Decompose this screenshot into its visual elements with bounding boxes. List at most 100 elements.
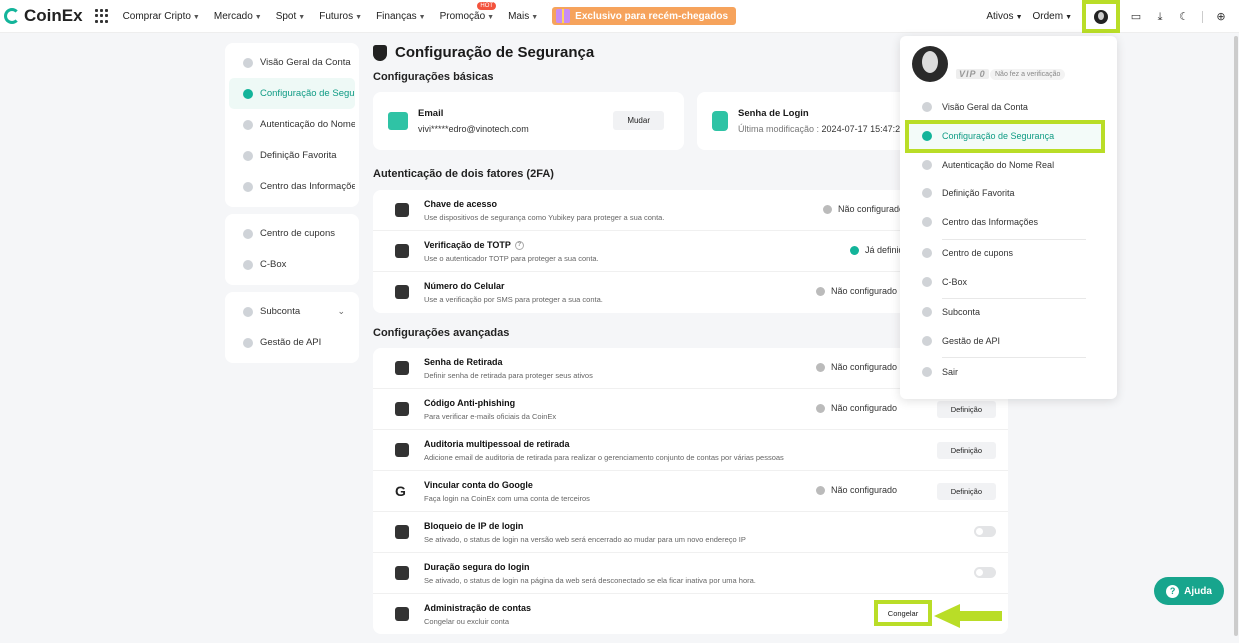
info-icon — [243, 181, 253, 192]
sidebar-item-cupons[interactable]: Centro de cupons — [229, 218, 355, 249]
pie-chart-icon — [922, 102, 932, 112]
sidebar-group-account: Visão Geral da Conta Configuração de Seg… — [225, 43, 359, 207]
nav-comprar-cripto[interactable]: Comprar Cripto ▼ — [123, 11, 200, 22]
caret-down-icon: ▼ — [1065, 14, 1072, 21]
nav-ordem[interactable]: Ordem ▼ — [1033, 11, 1073, 22]
nav-financas[interactable]: Finanças ▼ — [376, 11, 426, 22]
sidebar-item-autenticacao[interactable]: Autenticação do Nome... — [229, 109, 355, 140]
dropdown-item-favorita[interactable]: Definição Favorita — [922, 188, 1015, 198]
status-badge: Não configurado — [816, 485, 897, 495]
shield-icon — [922, 131, 932, 141]
dropdown-item-sair[interactable]: Sair — [922, 367, 958, 377]
logout-icon — [922, 367, 932, 377]
session-shield-icon — [395, 566, 409, 580]
section-title-2fa: Autenticação de dois fatores (2FA) — [373, 168, 554, 180]
nav-ativos[interactable]: Ativos ▼ — [986, 11, 1022, 22]
dropdown-item-api[interactable]: Gestão de API — [922, 336, 1000, 346]
coinex-logo[interactable]: CoinEx — [4, 6, 83, 26]
nav-mercado[interactable]: Mercado ▼ — [214, 11, 262, 22]
anti-phishing-setup-button[interactable]: Definição — [936, 401, 996, 418]
avatar — [912, 46, 948, 82]
dropdown-item-cbox[interactable]: C-Box — [922, 277, 967, 287]
audit-icon — [395, 443, 409, 457]
nav-mais[interactable]: Mais ▼ — [508, 11, 538, 22]
pie-chart-icon — [243, 57, 253, 68]
id-card-icon — [243, 119, 253, 130]
sidebar-item-informacoes[interactable]: Centro das Informações — [229, 171, 355, 202]
top-nav: CoinEx Comprar Cripto ▼ Mercado ▼ Spot ▼ Fu… — [0, 0, 1239, 33]
account-avatar-button[interactable] — [1082, 0, 1120, 33]
account-admin-icon — [395, 607, 409, 621]
caret-down-icon: ▼ — [355, 13, 363, 21]
freeze-account-button[interactable]: Congelar — [874, 600, 932, 626]
audit-setup-button[interactable]: Definição — [936, 442, 996, 459]
id-card-icon — [922, 160, 932, 170]
sidebar-item-favorita[interactable]: Definição Favorita — [229, 140, 355, 171]
divider — [1202, 10, 1203, 23]
last-modified-value: 2024-07-17 15:47:26 — [821, 124, 906, 134]
email-title: Email — [418, 108, 444, 119]
sidebar-group-rewards: Centro de cupons C-Box — [225, 214, 359, 285]
ip-lock-toggle[interactable] — [974, 526, 996, 537]
email-card: Email vivi*****edro@vinotech.com Mudar — [373, 92, 684, 150]
caret-down-icon: ▼ — [418, 13, 426, 21]
scrollbar[interactable] — [1234, 36, 1238, 636]
message-icon[interactable]: ▭ — [1130, 11, 1142, 23]
sidebar-item-seguranca[interactable]: Configuração de Segur... — [229, 78, 355, 109]
sidebar-item-cbox[interactable]: C-Box — [229, 249, 355, 280]
caret-down-icon: ▼ — [1015, 14, 1023, 21]
list-item: Bloqueio de IP de login Se ativado, o st… — [373, 512, 1008, 553]
dropdown-item-cupons[interactable]: Centro de cupons — [922, 248, 1013, 258]
pointer-arrow-icon — [934, 604, 1002, 628]
page-title: Configuração de Segurança — [373, 44, 594, 61]
section-title-advanced: Configurações avançadas — [373, 327, 510, 339]
google-icon: G — [395, 483, 406, 499]
status-dot-icon — [816, 286, 825, 296]
subaccount-icon — [922, 307, 932, 317]
globe-icon[interactable]: ⊕ — [1215, 11, 1227, 23]
login-password-title: Senha de Login — [738, 108, 809, 119]
card-icon — [395, 361, 409, 375]
api-icon — [243, 337, 253, 348]
sidebar-group-api: Subconta ⌄ Gestão de API — [225, 292, 359, 363]
download-icon[interactable]: ⤓ — [1154, 11, 1166, 23]
section-title-basic: Configurações básicas — [373, 71, 494, 83]
status-dot-icon — [816, 362, 825, 372]
promo-banner[interactable]: Exclusivo para recém-chegados — [552, 7, 737, 25]
dropdown-item-visao-geral[interactable]: Visão Geral da Conta — [922, 102, 1028, 112]
dropdown-item-autenticacao[interactable]: Autenticação do Nome Real — [922, 160, 1054, 170]
change-email-button[interactable]: Mudar — [613, 111, 664, 130]
list-item: G Vincular conta do Google Faça login na… — [373, 471, 1008, 512]
dropdown-item-subconta[interactable]: Subconta — [922, 307, 980, 317]
ip-lock-icon — [395, 525, 409, 539]
session-duration-toggle[interactable] — [974, 567, 996, 578]
nav-futuros[interactable]: Futuros ▼ — [319, 11, 362, 22]
dropdown-item-seguranca[interactable]: Configuração de Segurança — [922, 131, 1054, 141]
help-button[interactable]: ? Ajuda — [1154, 577, 1224, 605]
nav-spot[interactable]: Spot ▼ — [276, 11, 306, 22]
divider — [942, 239, 1086, 240]
nav-promocao[interactable]: Promoção ▼ HOT — [440, 1, 497, 22]
list-item: Duração segura do login Se ativado, o st… — [373, 553, 1008, 594]
sidebar-item-visao-geral[interactable]: Visão Geral da Conta — [229, 47, 355, 78]
status-dot-icon — [816, 485, 825, 495]
vip-badge: VIP 0 — [956, 69, 989, 79]
coupon-icon — [922, 248, 932, 258]
dropdown-item-informacoes[interactable]: Centro das Informações — [922, 217, 1038, 227]
sidebar-item-subconta[interactable]: Subconta ⌄ — [229, 296, 355, 327]
apps-grid-icon[interactable] — [94, 9, 109, 23]
api-icon — [922, 336, 932, 346]
shield-icon — [243, 88, 253, 99]
subaccount-icon — [243, 306, 253, 317]
help-icon[interactable]: ? — [514, 241, 524, 251]
moon-icon[interactable]: ☾ — [1178, 11, 1190, 23]
chevron-down-icon: ⌄ — [337, 306, 345, 316]
passkey-icon — [395, 203, 409, 217]
google-setup-button[interactable]: Definição — [936, 483, 996, 500]
caret-down-icon: ▼ — [531, 13, 539, 21]
star-icon — [243, 150, 253, 161]
list-item: Auditoria multipessoal de retirada Adici… — [373, 430, 1008, 471]
coupon-icon — [243, 228, 253, 239]
sidebar-item-api[interactable]: Gestão de API — [229, 327, 355, 358]
check-icon — [850, 245, 859, 255]
